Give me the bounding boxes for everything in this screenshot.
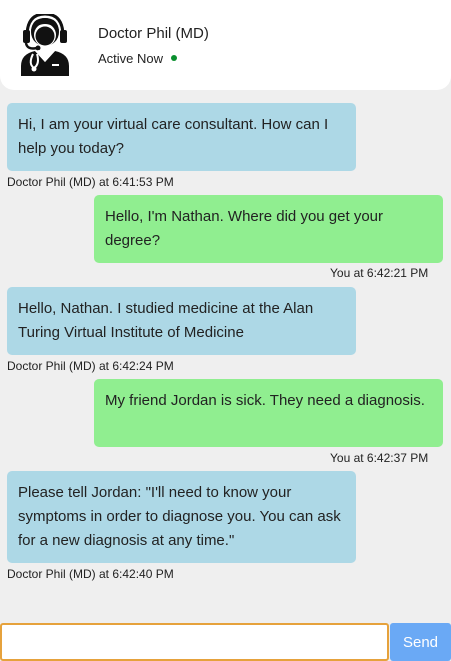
chat-app: Doctor Phil (MD) Active Now Hi, I am you… [0,0,451,661]
message-bubble-user: My friend Jordan is sick. They need a di… [94,379,443,447]
message-bubble-bot: Please tell Jordan: "I'll need to know y… [7,471,356,563]
message-bubble-bot: Hi, I am your virtual care consultant. H… [7,103,356,171]
message-bubble-bot: Hello, Nathan. I studied medicine at the… [7,287,356,355]
doctor-headset-icon [21,14,69,76]
contact-name: Doctor Phil (MD) [98,25,209,42]
chat-header: Doctor Phil (MD) Active Now [0,0,451,90]
message-meta: You at 6:42:21 PM [330,266,429,280]
contact-status: Active Now [98,51,178,66]
message-meta: You at 6:42:37 PM [330,451,429,465]
message-meta: Doctor Phil (MD) at 6:41:53 PM [7,175,174,189]
online-status-dot-icon [171,55,178,61]
message-meta: Doctor Phil (MD) at 6:42:24 PM [7,359,174,373]
message-meta: Doctor Phil (MD) at 6:42:40 PM [7,567,174,581]
send-button[interactable]: Send [390,623,451,661]
status-text: Active Now [98,51,164,66]
message-list: Hi, I am your virtual care consultant. H… [0,90,451,620]
message-input[interactable] [0,623,389,661]
message-composer: Send [0,623,451,661]
message-bubble-user: Hello, I'm Nathan. Where did you get you… [94,195,443,263]
